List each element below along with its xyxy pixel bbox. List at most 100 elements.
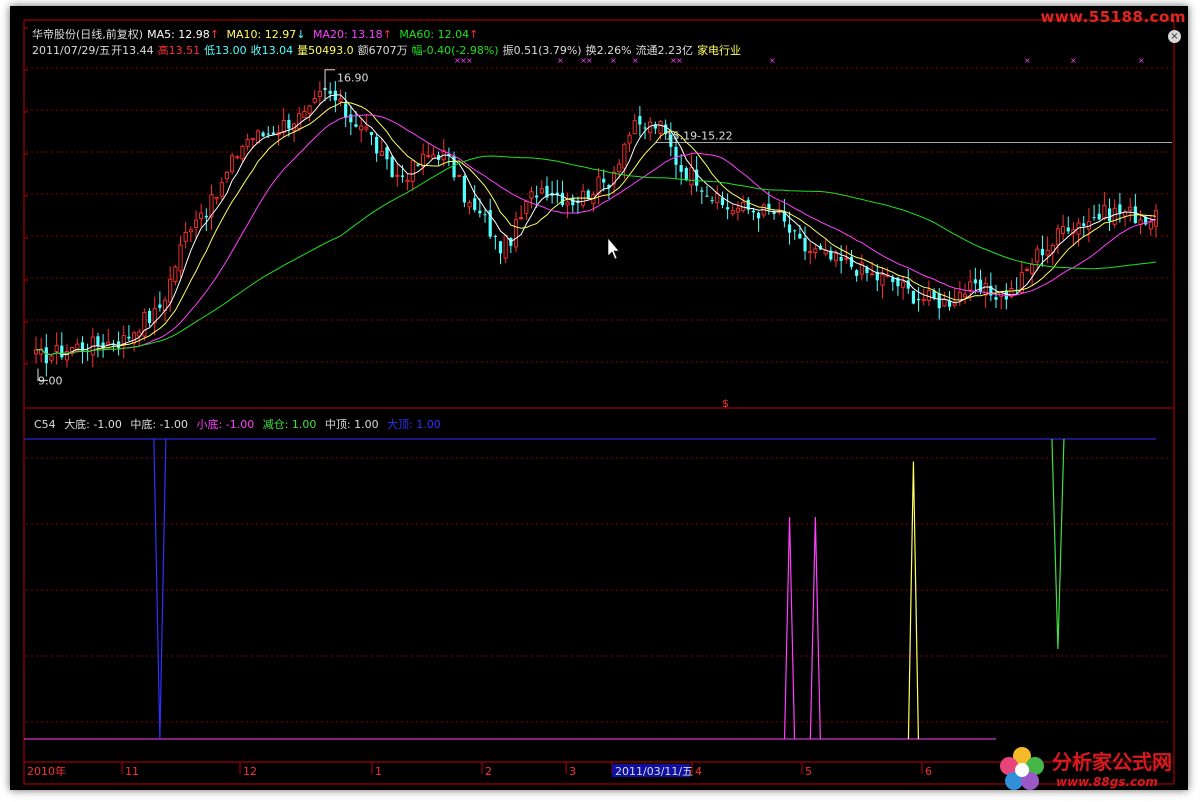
candle-down [1066, 227, 1070, 232]
range-label: 15.19-15.22 [666, 130, 733, 143]
candle-down [994, 297, 998, 300]
candle-down [916, 298, 921, 301]
signal-marker: × [769, 56, 776, 65]
ma20-arrow: ↑ [382, 28, 392, 41]
quote-industry: 家电行业 [697, 44, 742, 57]
candle-up [250, 138, 255, 141]
ma20-line [35, 114, 1157, 356]
candle-down [287, 119, 291, 129]
candle-up [199, 212, 204, 219]
indicator-spike-small_bottom [783, 516, 796, 740]
candle-up [245, 139, 250, 147]
candle-down [80, 342, 85, 351]
ma10-arrow: ↓ [296, 28, 306, 41]
quote-volume: 量50493.0 [297, 44, 354, 57]
stock-chart[interactable]: 16.909.0015.19-15.22$× × × × × × × × × × × × × ×2010年… [10, 6, 1188, 790]
candle-up [168, 278, 173, 303]
indicator-spike-mid_top [907, 461, 920, 740]
candle-down [147, 310, 152, 324]
candle-down [1040, 248, 1045, 256]
quote-float: 流通2.23亿 [635, 44, 694, 57]
chart-header-line2: 2011/07/29/五开13.44 高13.51 低13.00 收13.04 量504… [32, 44, 745, 58]
x-axis-label: 11 [125, 765, 139, 778]
candle-down [710, 200, 714, 202]
indicator-reduce: 减仓: 1.00 [262, 418, 317, 431]
candle-down [266, 133, 270, 135]
candle-up [880, 274, 885, 286]
candle-up [302, 111, 307, 119]
candle-up [968, 281, 973, 291]
candle-down [400, 175, 405, 177]
candle-up [808, 251, 813, 254]
candle-up [957, 291, 962, 301]
candle-up [513, 219, 519, 248]
candle-down [375, 136, 379, 154]
candle-up [519, 217, 524, 219]
candle-down [726, 207, 730, 210]
candle-up [565, 201, 570, 206]
candle-up [539, 188, 544, 194]
candle-down [911, 290, 916, 304]
high-price-label: 16.90 [337, 72, 369, 85]
candle-down [798, 233, 802, 239]
candle-up [457, 174, 462, 177]
candle-up [1024, 268, 1030, 271]
candle-down [978, 279, 983, 292]
candle-up [178, 244, 183, 272]
indicator-big-bottom: 大底: -1.00 [64, 418, 122, 431]
candle-up [281, 120, 286, 134]
candle-up [224, 171, 230, 180]
candle-down [116, 341, 121, 349]
candle-down [803, 237, 807, 252]
candle-up [730, 210, 735, 215]
candle-down [720, 197, 725, 205]
candle-up [54, 345, 59, 352]
quote-date: 2011/07/29/五 [32, 44, 111, 57]
candle-down [390, 156, 394, 177]
signal-marker: × [1070, 56, 1077, 65]
candle-up [983, 282, 988, 296]
x-axis-label: 1 [375, 765, 382, 778]
candle-up [529, 191, 534, 199]
candle-down [261, 132, 265, 137]
candle-up [627, 134, 632, 144]
candle-down [684, 168, 688, 181]
mouse-cursor-icon [607, 237, 620, 260]
candle-up [813, 248, 818, 253]
candle-up [617, 163, 622, 173]
candle-down [849, 256, 854, 267]
candle-up [833, 253, 839, 262]
candle-down [462, 176, 466, 203]
watermark-url: www.88gs.com [1056, 775, 1158, 789]
x-axis-label: 2011/03/11/五 [615, 765, 693, 778]
candle-up [1148, 221, 1153, 230]
stock-title: 华帝股份(日线,前复权) [32, 28, 144, 41]
close-icon[interactable]: × [1168, 30, 1181, 43]
candle-up [240, 145, 245, 160]
candle-up [312, 98, 317, 103]
ma60-label: MA60: 12.04 [399, 28, 470, 41]
candle-down [643, 127, 647, 129]
candle-up [317, 91, 322, 97]
candle-down [756, 212, 761, 219]
candle-down [127, 336, 131, 339]
candle-down [204, 215, 208, 218]
candle-up [49, 355, 54, 361]
candle-down [158, 304, 162, 308]
candle-down [571, 198, 575, 206]
indicator-header: C54 大底: -1.00 中底: -1.00 小底: -1.00 减仓: 1.… [34, 416, 446, 432]
quote-high: 高13.51 [157, 44, 201, 57]
candle-up [379, 150, 384, 156]
candle-up [503, 235, 508, 259]
candle-up [395, 174, 400, 177]
watermark-55188: www.55188.com [1040, 8, 1186, 26]
quote-turnover: 换2.26% [585, 44, 632, 57]
indicator-spike-reduce [1051, 438, 1065, 650]
ma5-arrow: ↑ [209, 28, 220, 41]
candle-down [602, 178, 606, 183]
candle-down [839, 256, 843, 261]
candle-down [937, 293, 941, 309]
candle-down [344, 103, 348, 118]
candle-up [942, 299, 947, 307]
candle-up [1035, 248, 1040, 263]
